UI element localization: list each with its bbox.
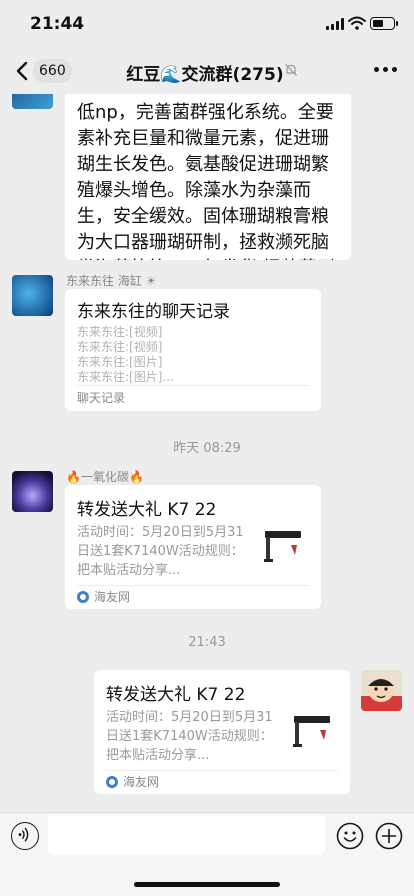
product-thumbnail	[293, 716, 330, 747]
sender-name: 🔥一氧化碳🔥	[66, 470, 144, 484]
chat-record-title: 东来东往的聊天记录	[77, 302, 230, 322]
product-thumbnail	[264, 531, 301, 562]
timestamp: 昨天 08:29	[173, 441, 241, 456]
chat-list[interactable]: 全菌混合菌处理水体有机物，降低np，完善菌群强化系统。全要素补充巨量和微量元素，…	[0, 94, 414, 812]
link-description: 活动时间：5月20日到5月31日送1套K7140W活动规则：把本贴活动分享...	[77, 525, 244, 578]
avatar[interactable]	[361, 670, 402, 711]
timestamp: 21:43	[188, 635, 226, 650]
link-description: 活动时间：5月20日到5月31日送1套K7140W活动规则：把本贴活动分享...	[106, 710, 273, 763]
chat-record-card[interactable]: 东来东往的聊天记录 东来东往:[视频] 东来东往:[视频] 东来东往:[图片] …	[65, 289, 321, 411]
avatar[interactable]	[12, 94, 53, 109]
sender-name: 东来东往 海缸 ☀	[66, 274, 157, 288]
link-source: 海友网	[106, 773, 159, 790]
link-card[interactable]: 转发送大礼 K7 22 活动时间：5月20日到5月31日送1套K7140W活动规…	[94, 670, 350, 794]
link-title: 转发送大礼 K7 22	[77, 500, 217, 520]
divider	[77, 585, 309, 586]
avatar[interactable]	[12, 471, 53, 512]
voice-icon[interactable]	[11, 822, 39, 850]
bell-slash-icon	[285, 64, 297, 76]
signal-icon	[326, 18, 344, 30]
wifi-icon	[348, 16, 366, 30]
unread-count-badge[interactable]: 660	[33, 59, 72, 83]
nav-bar: 660 红豆🌊交流群(275)	[0, 48, 414, 94]
link-source-label: 海友网	[94, 590, 131, 604]
link-source: 海友网	[77, 588, 130, 605]
link-source-label: 海友网	[123, 775, 160, 789]
website-icon	[106, 775, 118, 788]
battery-icon	[370, 17, 398, 30]
plus-icon[interactable]	[375, 822, 403, 850]
ellipsis-icon[interactable]	[374, 67, 398, 73]
avatar[interactable]	[12, 275, 53, 316]
status-time: 21:44	[30, 14, 85, 34]
chat-record-line: 东来东往:[图片]...	[77, 370, 174, 384]
website-icon	[77, 590, 89, 603]
status-bar: 21:44	[0, 0, 414, 48]
cartoon-face-icon	[361, 678, 402, 711]
message-input[interactable]	[48, 815, 325, 855]
emoji-icon[interactable]	[336, 822, 364, 850]
home-indicator	[134, 882, 280, 887]
link-title: 转发送大礼 K7 22	[106, 685, 246, 705]
text-message-bubble[interactable]: 全菌混合菌处理水体有机物，降低np，完善菌群强化系统。全要素补充巨量和微量元素，…	[65, 94, 351, 260]
chat-record-footer: 聊天记录	[77, 391, 126, 405]
divider	[77, 385, 309, 386]
message-text: 全菌混合菌处理水体有机物，降低np，完善菌群强化系统。全要素补充巨量和微量元素，…	[77, 94, 335, 260]
page-title: 红豆🌊交流群(275)	[126, 65, 284, 85]
chevron-left-icon[interactable]	[14, 60, 32, 82]
divider	[106, 770, 338, 771]
link-card[interactable]: 转发送大礼 K7 22 活动时间：5月20日到5月31日送1套K7140W活动规…	[65, 485, 321, 609]
